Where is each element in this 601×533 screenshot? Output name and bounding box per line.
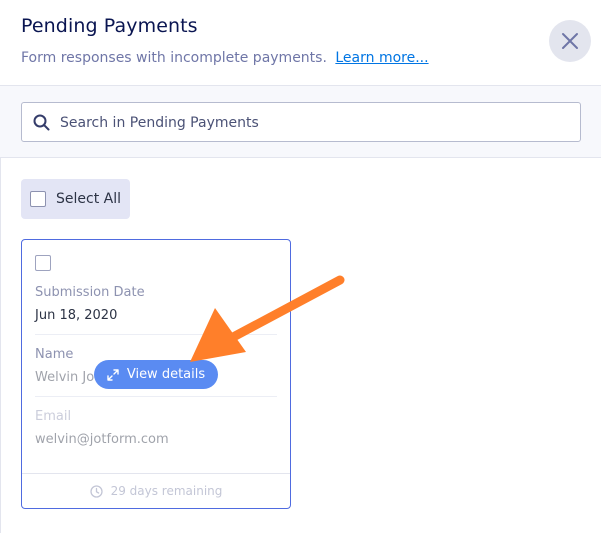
card-checkbox[interactable] [35,255,51,271]
pending-payments-modal: Pending Payments Form responses with inc… [0,0,601,533]
view-details-button[interactable]: View details [94,360,218,389]
expand-icon [107,368,119,381]
email-value: welvin@jotform.com [35,432,169,447]
page-subtitle: Form responses with incomplete payments.… [21,50,429,66]
select-all-label: Select All [56,191,121,207]
search-box[interactable] [21,102,581,143]
close-icon [562,33,578,49]
days-remaining: 29 days remaining [110,484,223,498]
learn-more-link[interactable]: Learn more... [335,50,428,66]
close-button[interactable] [549,20,591,62]
modal-header: Pending Payments Form responses with inc… [0,0,601,85]
name-label: Name [35,347,74,362]
select-all-checkbox[interactable] [30,191,46,207]
field-divider [35,396,277,397]
submission-date-label: Submission Date [35,285,145,300]
search-section [0,85,601,158]
submission-date-value: Jun 18, 2020 [35,308,118,323]
name-value: Welvin Jo [35,370,95,385]
clock-icon [89,484,103,498]
field-divider [35,334,277,335]
search-icon [33,114,50,131]
select-all-button[interactable]: Select All [21,179,130,219]
view-details-label: View details [126,367,206,382]
email-label: Email [35,409,72,424]
search-input[interactable] [58,103,562,143]
card-footer: 29 days remaining [22,473,290,508]
page-title: Pending Payments [21,15,198,37]
subtitle-text: Form responses with incomplete payments. [21,50,327,66]
